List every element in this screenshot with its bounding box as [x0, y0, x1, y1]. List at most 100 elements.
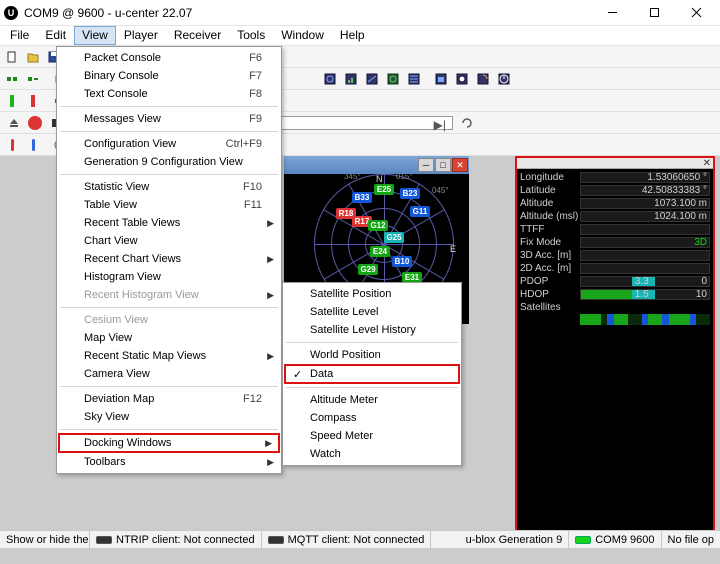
dock-5-icon[interactable] — [404, 70, 424, 88]
satellites-bar — [580, 314, 710, 325]
slider-end-icon: ▶| — [434, 118, 446, 132]
close-button[interactable] — [682, 3, 710, 23]
dock-1-icon[interactable] — [320, 70, 340, 88]
thermo-red-icon[interactable] — [2, 136, 22, 154]
led-green-icon — [575, 536, 591, 544]
submenu-arrow-icon: ▶ — [267, 290, 274, 301]
view-menu-item[interactable]: Packet ConsoleF6 — [58, 49, 280, 67]
view-menu-item[interactable]: Statistic ViewF10 — [58, 178, 280, 196]
sat-badge: G11 — [410, 206, 430, 217]
maximize-button[interactable] — [640, 3, 668, 23]
pin-green-icon[interactable] — [2, 92, 22, 110]
menu-tools[interactable]: Tools — [229, 26, 273, 45]
menu-edit[interactable]: Edit — [37, 26, 74, 45]
view-menu-item[interactable]: Table ViewF11 — [58, 196, 280, 214]
dock-3-icon[interactable] — [362, 70, 382, 88]
view-menu-item[interactable]: Sky View — [58, 408, 280, 426]
view-menu-item[interactable]: Messages ViewF9 — [58, 110, 280, 128]
dock-2-icon[interactable] — [341, 70, 361, 88]
dock-7-icon[interactable] — [452, 70, 472, 88]
view-menu-item[interactable]: Generation 9 Configuration View — [58, 153, 280, 171]
led-off-icon — [268, 536, 284, 544]
docking-submenu-item[interactable]: World Position — [284, 346, 460, 364]
data-row: Longitude1.53060650 ° — [520, 171, 710, 184]
skyview-window: ─ □ ✕ N E 345° 015° 045° R18 B33 E25 B23… — [284, 156, 469, 166]
thermo-blue-icon[interactable] — [23, 136, 43, 154]
data-panel-header: ✕ — [517, 158, 713, 169]
sat-badge: E24 — [370, 246, 390, 257]
data-panel: ✕ Longitude1.53060650 °Latitude42.508333… — [515, 156, 715, 536]
data-row: HDOP1.510 — [520, 288, 710, 301]
docking-submenu-item[interactable]: ✓Data — [284, 364, 460, 384]
titlebar: U COM9 @ 9600 - u-center 22.07 — [0, 0, 720, 26]
deg-label: 345° — [344, 174, 361, 181]
baud-icon[interactable] — [23, 70, 43, 88]
view-menu-item[interactable]: Text ConsoleF8 — [58, 85, 280, 103]
sat-badge: E25 — [374, 184, 394, 195]
sat-badge: G25 — [384, 232, 404, 243]
status-generation: u-blox Generation 9 — [460, 531, 570, 549]
skyview-titlebar[interactable]: ─ □ ✕ — [284, 156, 469, 174]
docking-submenu-item[interactable]: Altitude Meter — [284, 391, 460, 409]
docking-submenu-item[interactable]: Watch — [284, 445, 460, 463]
menu-player[interactable]: Player — [116, 26, 166, 45]
menu-file[interactable]: File — [2, 26, 37, 45]
view-menu-item[interactable]: Binary ConsoleF7 — [58, 67, 280, 85]
new-file-icon[interactable] — [2, 48, 22, 66]
data-row: TTFF — [520, 223, 710, 236]
record-icon[interactable] — [25, 114, 45, 132]
connect-icon[interactable] — [2, 70, 22, 88]
check-icon: ✓ — [293, 368, 302, 381]
docking-submenu-item[interactable]: Satellite Level — [284, 303, 460, 321]
eject-icon[interactable] — [4, 114, 24, 132]
data-row: Latitude42.50833383 ° — [520, 184, 710, 197]
docking-submenu-item[interactable]: Speed Meter — [284, 427, 460, 445]
submenu-arrow-icon: ▶ — [267, 457, 274, 468]
data-row: 2D Acc. [m] — [520, 262, 710, 275]
dock-8-icon[interactable] — [473, 70, 493, 88]
open-file-icon[interactable] — [23, 48, 43, 66]
view-menu-item[interactable]: Configuration ViewCtrl+F9 — [58, 135, 280, 153]
window-title: COM9 @ 9600 - u-center 22.07 — [24, 6, 598, 20]
menu-receiver[interactable]: Receiver — [166, 26, 229, 45]
dock-4-icon[interactable] — [383, 70, 403, 88]
view-menu-item[interactable]: Recent Table Views▶ — [58, 214, 280, 232]
view-menu-item[interactable]: Toolbars▶ — [58, 453, 280, 471]
view-menu-item[interactable]: Docking Windows▶ — [58, 433, 280, 453]
loop-icon[interactable] — [457, 114, 477, 132]
data-row: PDOP3.30 — [520, 275, 710, 288]
submenu-arrow-icon: ▶ — [267, 351, 274, 362]
docking-submenu-item[interactable]: Satellite Level History — [284, 321, 460, 339]
menu-view[interactable]: View — [74, 26, 116, 45]
data-row: Altitude1073.100 m — [520, 197, 710, 210]
sat-badge: B33 — [352, 192, 372, 203]
dock-6-icon[interactable] — [431, 70, 451, 88]
skyview-close-icon[interactable]: ✕ — [452, 158, 468, 172]
led-off-icon — [96, 536, 112, 544]
minimize-button[interactable] — [598, 3, 626, 23]
status-mqtt: MQTT client: Not connected — [262, 531, 432, 549]
view-menu-item[interactable]: Camera View — [58, 365, 280, 383]
view-menu-item[interactable]: Recent Static Map Views▶ — [58, 347, 280, 365]
docking-submenu-item[interactable]: Satellite Position — [284, 285, 460, 303]
status-file: No file op — [662, 531, 720, 549]
statusbar: Show or hide the da NTRIP client: Not co… — [0, 530, 720, 548]
view-menu-item[interactable]: Deviation MapF12 — [58, 390, 280, 408]
skyview-max-icon[interactable]: □ — [435, 158, 451, 172]
view-menu-item[interactable]: Chart View — [58, 232, 280, 250]
sat-badge: G12 — [368, 220, 388, 231]
data-row: Satellites — [520, 301, 710, 314]
view-menu-item[interactable]: Recent Chart Views▶ — [58, 250, 280, 268]
data-panel-close-icon[interactable]: ✕ — [703, 158, 711, 169]
compass-n: N — [376, 174, 383, 184]
deg-label: 045° — [432, 186, 449, 195]
docking-submenu-item[interactable]: Compass — [284, 409, 460, 427]
skyview-min-icon[interactable]: ─ — [418, 158, 434, 172]
status-ntrip: NTRIP client: Not connected — [90, 531, 262, 549]
dock-9-icon[interactable] — [494, 70, 514, 88]
menu-help[interactable]: Help — [332, 26, 373, 45]
view-menu-item[interactable]: Histogram View — [58, 268, 280, 286]
view-menu-item[interactable]: Map View — [58, 329, 280, 347]
pin-red-icon[interactable] — [23, 92, 43, 110]
menu-window[interactable]: Window — [273, 26, 332, 45]
